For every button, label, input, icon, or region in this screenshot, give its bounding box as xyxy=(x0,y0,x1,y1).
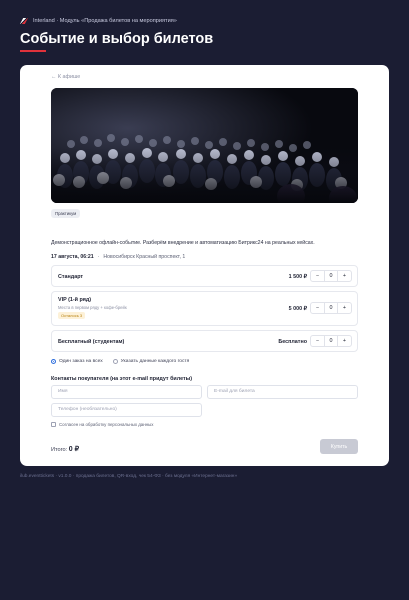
increment-button[interactable]: + xyxy=(338,338,351,344)
quantity-value[interactable]: 0 xyxy=(324,271,338,281)
footer-text: ilub.eventtickets · v1.0.0 · продажа бил… xyxy=(20,474,238,479)
radio-label: Указать данные каждого гостя xyxy=(120,359,190,364)
ticket-name: Бесплатный (студентам) xyxy=(58,339,125,345)
consent-checkbox[interactable] xyxy=(51,422,56,427)
event-location: Новосибирск Красный проспект, 1 xyxy=(103,254,186,260)
order-mode-group: Один заказ на всех Указать данные каждог… xyxy=(51,359,189,364)
event-hero-image xyxy=(51,88,358,203)
decrement-button[interactable]: − xyxy=(311,338,324,344)
ticket-price: 1 500 ₽ xyxy=(288,274,307,280)
radio-checked-icon xyxy=(51,359,56,364)
ticket-row: Стандарт 1 500 ₽ − 0 + xyxy=(51,265,358,287)
ticket-price: Бесплатно xyxy=(278,339,307,345)
ticket-name: Стандарт xyxy=(58,274,84,280)
interland-logo-icon xyxy=(20,17,28,25)
increment-button[interactable]: + xyxy=(338,273,351,279)
ticket-name: VIP (1-й ряд) xyxy=(58,297,92,303)
quantity-stepper: − 0 + xyxy=(310,335,352,347)
email-field[interactable]: E-mail для билета xyxy=(207,385,358,399)
back-to-afisha-link[interactable]: ← К афише xyxy=(51,74,80,80)
consent-label: Согласен на обработку персональных данны… xyxy=(59,422,154,427)
decrement-button[interactable]: − xyxy=(311,273,324,279)
ticket-price: 5 000 ₽ xyxy=(288,306,307,312)
quantity-stepper: − 0 + xyxy=(310,302,352,314)
quantity-value[interactable]: 0 xyxy=(324,336,338,346)
page-title: Событие и выбор билетов xyxy=(20,31,214,47)
ticket-row: VIP (1-й ряд) Места в первом ряду + кофе… xyxy=(51,291,358,326)
radio-each-guest[interactable]: Указать данные каждого гостя xyxy=(112,359,190,364)
contacts-title: Контакты покупателя (на этот e-mail прид… xyxy=(51,376,193,382)
radio-one-order[interactable]: Один заказ на всех xyxy=(51,359,103,364)
stock-badge: Осталось 3 xyxy=(58,312,86,319)
event-description: Демонстрационное офлайн-событие. Разберё… xyxy=(51,240,315,246)
decrement-button[interactable]: − xyxy=(311,305,324,311)
ticket-row: Бесплатный (студентам) Бесплатно − 0 + xyxy=(51,330,358,352)
radio-label: Один заказ на всех xyxy=(59,359,103,364)
title-accent-bar xyxy=(20,50,46,52)
phone-field[interactable]: Телефон (необязательно) xyxy=(51,403,202,417)
audience-photo xyxy=(51,88,358,203)
name-field[interactable]: Имя xyxy=(51,385,202,399)
total-label: Итого: xyxy=(51,447,69,453)
quantity-stepper: − 0 + xyxy=(310,270,352,282)
ticket-subtitle: Места в первом ряду + кофе-брейк xyxy=(58,305,127,310)
increment-button[interactable]: + xyxy=(338,305,351,311)
order-total: Итого: 0 ₽ xyxy=(51,445,79,453)
event-tag: Практикум xyxy=(51,209,81,218)
radio-unchecked-icon xyxy=(112,359,118,364)
top-bar: Interland · Модуль «Продажа билетов на м… xyxy=(20,15,177,27)
event-card: ← К афише Практикум Демонстрационное офл… xyxy=(20,65,389,466)
meta-separator: · xyxy=(97,254,100,260)
quantity-value[interactable]: 0 xyxy=(324,303,338,313)
consent-row[interactable]: Согласен на обработку персональных данны… xyxy=(51,422,153,427)
event-meta: 17 августа, 06:21 · Новосибирск Красный … xyxy=(51,254,185,260)
buy-button[interactable]: Купить xyxy=(320,439,358,454)
event-date: 17 августа, 06:21 xyxy=(51,254,94,260)
total-value: 0 ₽ xyxy=(68,446,80,453)
breadcrumb: Interland · Модуль «Продажа билетов на м… xyxy=(33,18,177,24)
